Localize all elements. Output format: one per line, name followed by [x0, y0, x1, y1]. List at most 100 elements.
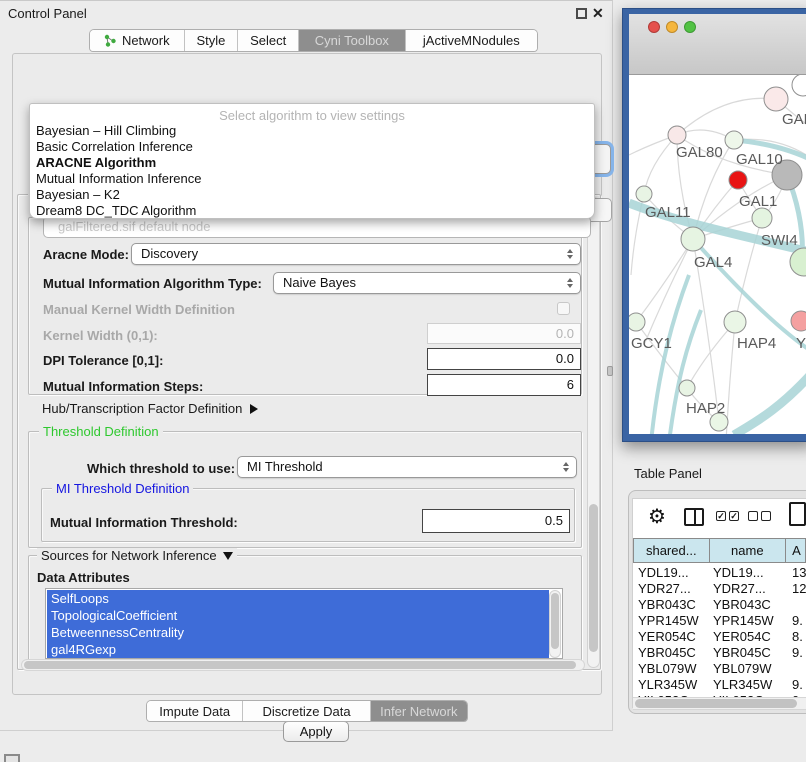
minimized-panel-icon[interactable]: [4, 754, 20, 762]
zoom-traffic-light[interactable]: [684, 21, 696, 33]
node-label-swi4: SWI4: [761, 232, 798, 249]
network-view-window[interactable]: GAL GAL80 GAL10 GAL1 GAL11 SWI4 GAL4 GCY…: [622, 8, 806, 442]
node-gal1[interactable]: [752, 208, 772, 228]
tab-discretize-data[interactable]: Discretize Data: [243, 701, 370, 721]
mi-steps-field[interactable]: 6: [427, 374, 581, 396]
list-item-selfloops[interactable]: SelfLoops: [47, 590, 549, 607]
node-gal11[interactable]: [636, 186, 652, 202]
manual-kernel-checkbox: [557, 302, 570, 315]
dropdown-item-dream8[interactable]: Dream8 DC_TDC Algorithm: [34, 203, 590, 219]
dpi-tolerance-label: DPI Tolerance [0,1]:: [43, 353, 163, 368]
expand-right-icon: [250, 404, 258, 414]
node-salmon[interactable]: [791, 311, 806, 331]
table-row[interactable]: YDR27... YDR27... 12: [633, 580, 806, 597]
screen: { "control_panel": { "title": "Control P…: [0, 0, 806, 762]
close-traffic-light[interactable]: [648, 21, 660, 33]
control-panel-title: Control Panel: [8, 6, 87, 21]
column-header-name[interactable]: name: [710, 539, 787, 562]
node-gal-partial[interactable]: [764, 87, 788, 111]
mi-type-combo[interactable]: Naive Bayes: [273, 272, 581, 294]
table-row[interactable]: YLR345W YLR345W 9.: [633, 676, 806, 693]
mi-threshold-field[interactable]: 0.5: [422, 509, 570, 533]
list-item-betweennesscentrality[interactable]: BetweennessCentrality: [47, 624, 549, 641]
network-canvas[interactable]: GAL GAL80 GAL10 GAL1 GAL11 SWI4 GAL4 GCY…: [629, 75, 806, 434]
node-gal10[interactable]: [725, 131, 743, 149]
column-header-partial[interactable]: A: [786, 539, 806, 562]
mi-threshold-group: MI Threshold Definition Mutual Informati…: [41, 488, 575, 542]
tab-style[interactable]: Style: [185, 30, 239, 51]
node-partial-top[interactable]: [792, 75, 806, 96]
node-gal4[interactable]: [681, 227, 705, 251]
which-threshold-combo[interactable]: MI Threshold: [237, 456, 577, 478]
split-view-icon[interactable]: [684, 508, 704, 526]
data-attributes-list: SelfLoops TopologicalCoefficient Between…: [45, 588, 563, 659]
control-panel-window: Control Panel ✕ Network Style Select Cyn…: [0, 0, 613, 731]
dropdown-hint: Select algorithm to view settings: [30, 108, 594, 123]
hub-factor-expander[interactable]: Hub/Transcription Factor Definition: [42, 401, 258, 416]
mi-threshold-group-title: MI Threshold Definition: [52, 481, 193, 496]
sources-group-title[interactable]: Sources for Network Inference: [37, 548, 237, 563]
settings-horizontal-scrollbar[interactable]: [21, 659, 585, 671]
float-window-icon[interactable]: [576, 8, 587, 19]
dropdown-item-bayesian-k2[interactable]: Bayesian – K2: [34, 187, 590, 203]
dropdown-item-mutual-information[interactable]: Mutual Information Inference: [34, 171, 590, 187]
minimize-traffic-light[interactable]: [666, 21, 678, 33]
table-row[interactable]: YBL079W YBL079W: [633, 660, 806, 677]
settings-hscroll-thumb[interactable]: [24, 661, 576, 669]
document-icon[interactable]: [789, 502, 806, 526]
column-header-shared[interactable]: shared...: [634, 539, 710, 562]
tab-cyni-toolbox[interactable]: Cyni Toolbox: [299, 30, 406, 51]
node-gcy1[interactable]: [629, 313, 645, 331]
tab-jactivemnodules[interactable]: jActiveMNodules: [406, 30, 537, 51]
network-window-titlebar[interactable]: [629, 14, 806, 75]
dropdown-item-basic-correlation[interactable]: Basic Correlation Inference: [34, 139, 590, 155]
checked-checkbox-icon[interactable]: ✓: [716, 511, 726, 521]
table-row[interactable]: YDL19... YDL19... 13: [633, 564, 806, 581]
cyni-bottom-tab-bar: Impute Data Discretize Data Infer Networ…: [146, 700, 468, 722]
table-hscroll-thumb[interactable]: [635, 699, 797, 708]
table-row[interactable]: YER054C YER054C 8.: [633, 628, 806, 645]
unchecked-checkbox-icon[interactable]: [748, 511, 758, 521]
table-row[interactable]: YBR045C YBR045C 9.: [633, 644, 806, 661]
dpi-tolerance-field[interactable]: 0.0: [427, 348, 581, 370]
apply-button[interactable]: Apply: [283, 721, 349, 742]
panel-splitter-handle[interactable]: [607, 366, 613, 376]
node-gal80[interactable]: [668, 126, 686, 144]
node-label-hap2: HAP2: [686, 400, 725, 417]
stepper-icon: [567, 249, 573, 259]
unchecked-checkbox-icon[interactable]: [761, 511, 771, 521]
tab-select[interactable]: Select: [238, 30, 299, 51]
table-row[interactable]: YBR043C YBR043C: [633, 596, 806, 613]
list-item-gal4rgexp[interactable]: gal4RGexp: [47, 641, 549, 658]
tab-infer-network[interactable]: Infer Network: [371, 701, 467, 721]
attributes-vertical-scrollbar[interactable]: [549, 590, 561, 658]
cyni-algorithm-settings-group: Cyni Algorithm Settings Algorithm Defini…: [17, 194, 601, 670]
table-horizontal-scrollbar[interactable]: [633, 697, 806, 710]
network-selector-combo[interactable]: galFiltered.sif default node: [43, 216, 591, 238]
settings-vscroll-thumb[interactable]: [589, 504, 598, 652]
tab-network[interactable]: Network: [90, 30, 185, 51]
close-icon[interactable]: ✕: [592, 5, 604, 22]
node-hap2[interactable]: [679, 380, 695, 396]
network-icon: [104, 34, 117, 47]
node-label-gal4: GAL4: [694, 254, 732, 271]
mi-threshold-label: Mutual Information Threshold:: [50, 515, 238, 530]
algorithm-definition-group: Algorithm Definition Aracne Mode: Discov…: [28, 217, 582, 395]
node-red[interactable]: [729, 171, 747, 189]
table-row[interactable]: YPR145W YPR145W 9.: [633, 612, 806, 629]
list-item-topologicalcoefficient[interactable]: TopologicalCoefficient: [47, 607, 549, 624]
checked-checkbox-icon[interactable]: ✓: [729, 511, 739, 521]
gear-icon[interactable]: ⚙: [648, 504, 666, 529]
aracne-mode-combo[interactable]: Discovery: [131, 243, 581, 265]
collapse-down-icon: [223, 552, 233, 560]
node-label-gal: GAL: [782, 111, 806, 128]
settings-vertical-scrollbar[interactable]: [587, 197, 600, 668]
which-threshold-label: Which threshold to use:: [87, 461, 235, 476]
dropdown-item-aracne[interactable]: ARACNE Algorithm: [34, 155, 590, 171]
node-hap4[interactable]: [724, 311, 746, 333]
mi-steps-label: Mutual Information Steps:: [43, 379, 203, 394]
tab-impute-data[interactable]: Impute Data: [147, 701, 243, 721]
attributes-vscroll-thumb[interactable]: [551, 593, 559, 649]
node-label-gal1: GAL1: [739, 193, 777, 210]
dropdown-item-bayesian-hill-climbing[interactable]: Bayesian – Hill Climbing: [34, 123, 590, 139]
